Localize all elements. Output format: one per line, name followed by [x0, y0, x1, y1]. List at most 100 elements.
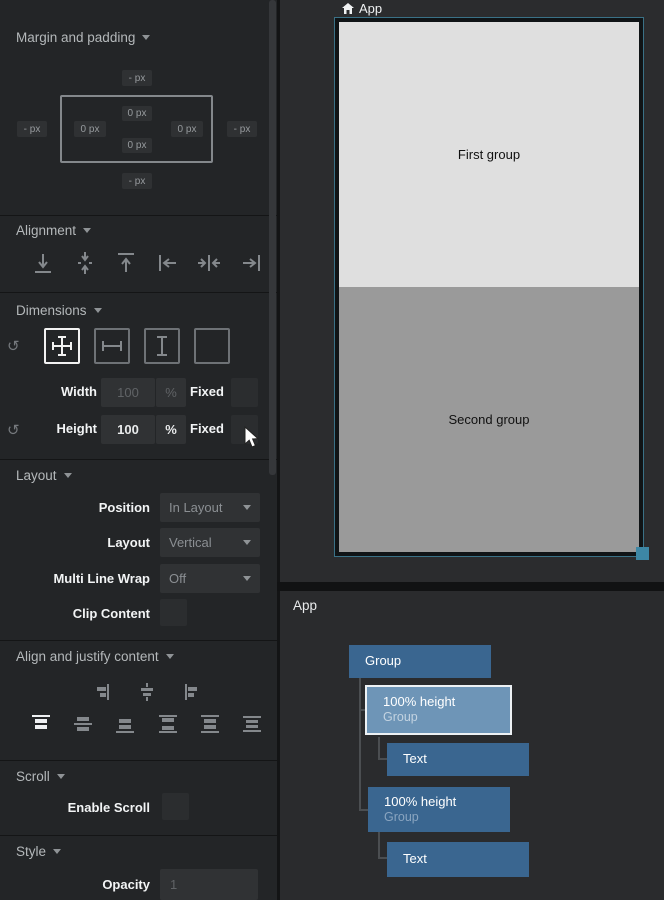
justify-end-icon[interactable]	[114, 713, 136, 735]
justify-center-icon[interactable]	[72, 713, 94, 735]
tree-node-100-height-group[interactable]: 100% height Group	[368, 787, 510, 832]
align-top-icon[interactable]	[113, 250, 139, 276]
align-items-start-icon[interactable]	[182, 682, 202, 702]
position-label: Position	[0, 500, 150, 515]
layout-header-label: Layout	[16, 468, 57, 483]
layout-label: Layout	[0, 535, 150, 550]
space-evenly-icon[interactable]	[241, 713, 263, 735]
reset-height-icon[interactable]: ↺	[7, 421, 20, 439]
panel-scrollbar[interactable]	[269, 0, 276, 475]
chevron-down-icon	[64, 473, 72, 478]
dimensions-header[interactable]: Dimensions	[16, 303, 102, 318]
opacity-label: Opacity	[0, 877, 150, 892]
mouse-cursor	[243, 426, 261, 450]
tree-node-label: Text	[403, 751, 529, 767]
wrap-dropdown[interactable]: Off	[160, 564, 260, 593]
enable-scroll-checkbox[interactable]	[162, 793, 189, 820]
tree-node-text[interactable]: Text	[387, 743, 529, 776]
panel-divider-horizontal	[277, 582, 664, 591]
align-bottom-icon[interactable]	[30, 250, 56, 276]
align-justify-header-label: Align and justify content	[16, 649, 159, 664]
tree-node-group[interactable]: Group	[349, 645, 491, 678]
padding-top-input[interactable]: 0 px	[122, 106, 152, 121]
align-left-icon[interactable]	[155, 250, 181, 276]
section-divider	[0, 640, 277, 641]
tree-connector	[378, 857, 387, 859]
align-right-icon[interactable]	[238, 250, 264, 276]
space-around-icon[interactable]	[199, 713, 221, 735]
opacity-input[interactable]: 1	[160, 869, 258, 900]
space-between-icon[interactable]	[157, 713, 179, 735]
wrap-label: Multi Line Wrap	[0, 571, 150, 586]
section-divider	[0, 835, 277, 836]
enable-scroll-label: Enable Scroll	[0, 800, 150, 815]
position-value: In Layout	[169, 500, 223, 515]
margin-right-input[interactable]: - px	[227, 121, 257, 137]
width-fixed-label: Fixed	[190, 384, 224, 399]
reset-size-icon[interactable]: ↺	[7, 337, 20, 355]
tree-node-100-height-group-selected[interactable]: 100% height Group	[365, 685, 512, 735]
width-unit-select[interactable]: %	[156, 378, 186, 407]
margin-bottom-input[interactable]: - px	[122, 173, 152, 189]
size-width-icon[interactable]	[94, 328, 130, 364]
section-divider	[0, 292, 277, 293]
height-label: Height	[20, 421, 97, 436]
frame-resize-handle[interactable]	[636, 547, 649, 560]
alignment-header[interactable]: Alignment	[16, 223, 91, 238]
margin-padding-header[interactable]: Margin and padding	[16, 30, 150, 45]
scroll-header[interactable]: Scroll	[16, 769, 65, 784]
first-group-label: First group	[458, 147, 520, 162]
chevron-down-icon	[94, 308, 102, 313]
center-vertical-icon[interactable]	[72, 250, 98, 276]
second-group[interactable]: Second group	[339, 287, 639, 552]
align-items-end-icon[interactable]	[92, 682, 112, 702]
padding-bottom-input[interactable]: 0 px	[122, 138, 152, 153]
size-none-icon[interactable]	[194, 328, 230, 364]
padding-right-input[interactable]: 0 px	[171, 121, 203, 137]
margin-padding-header-label: Margin and padding	[16, 30, 135, 45]
tree-connector	[378, 737, 380, 760]
tree-node-sublabel: Group	[384, 810, 510, 826]
chevron-down-icon	[83, 228, 91, 233]
chevron-down-icon	[166, 654, 174, 659]
chevron-down-icon	[243, 505, 251, 510]
tree-node-label: Text	[403, 851, 529, 867]
height-unit-select[interactable]: %	[156, 415, 186, 444]
second-group-label: Second group	[449, 412, 530, 427]
justify-start-icon[interactable]	[30, 713, 52, 735]
height-fixed-label: Fixed	[190, 421, 224, 436]
size-height-icon[interactable]	[144, 328, 180, 364]
tree-connector	[378, 758, 387, 760]
first-group[interactable]: First group	[339, 22, 639, 287]
tree-node-label: Group	[365, 653, 491, 669]
chevron-down-icon	[243, 540, 251, 545]
scroll-header-label: Scroll	[16, 769, 50, 784]
width-fixed-checkbox[interactable]	[231, 378, 258, 407]
frame-title-label: App	[359, 1, 382, 16]
padding-left-input[interactable]: 0 px	[74, 121, 106, 137]
style-header[interactable]: Style	[16, 844, 61, 859]
margin-top-input[interactable]: - px	[122, 70, 152, 86]
height-value-input[interactable]: 100	[101, 415, 155, 444]
tree-node-text[interactable]: Text	[387, 842, 529, 877]
center-horizontal-icon[interactable]	[196, 250, 222, 276]
section-divider	[0, 760, 277, 761]
align-justify-header[interactable]: Align and justify content	[16, 649, 174, 664]
align-items-center-icon[interactable]	[137, 682, 157, 702]
chevron-down-icon	[53, 849, 61, 854]
layout-header[interactable]: Layout	[16, 468, 72, 483]
chevron-down-icon	[142, 35, 150, 40]
width-value-input[interactable]: 100	[101, 378, 155, 407]
canvas-viewport[interactable]: App First group Second group	[280, 0, 664, 582]
size-both-icon[interactable]	[44, 328, 80, 364]
clip-content-checkbox[interactable]	[160, 599, 187, 626]
margin-left-input[interactable]: - px	[17, 121, 47, 137]
tree-connector	[378, 832, 380, 859]
design-frame[interactable]: First group Second group	[334, 17, 644, 557]
tree-connector	[359, 809, 368, 811]
position-dropdown[interactable]: In Layout	[160, 493, 260, 522]
wrap-value: Off	[169, 571, 186, 586]
layout-dropdown[interactable]: Vertical	[160, 528, 260, 557]
frame-title[interactable]: App	[342, 1, 382, 16]
tree-title: App	[293, 598, 317, 613]
